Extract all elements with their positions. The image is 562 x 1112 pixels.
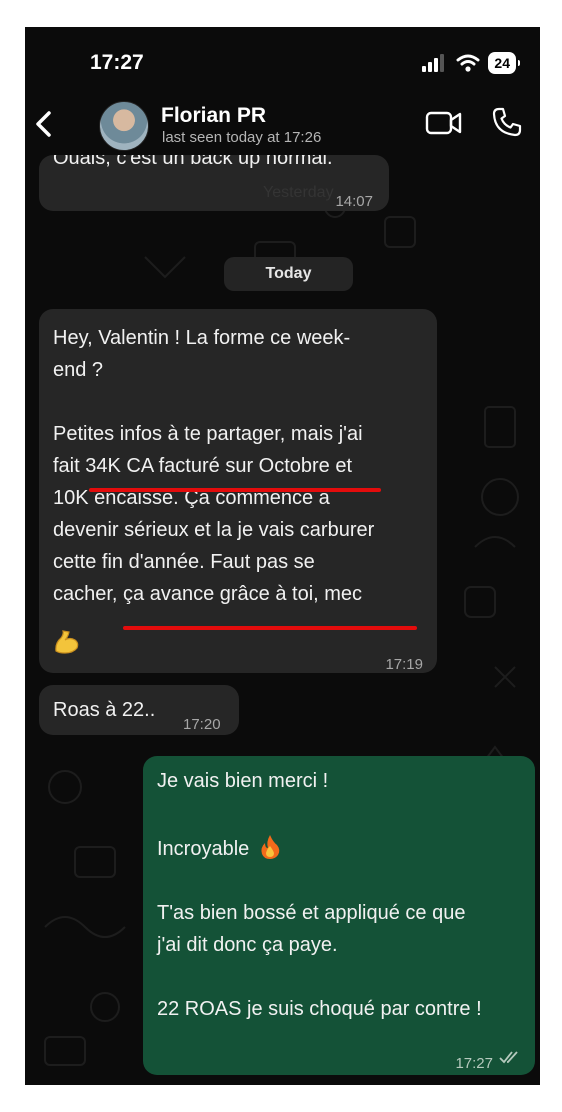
message-bubble-previous[interactable]: Ouais, c'est un back up normal. Yesterda… [39,155,389,211]
message-text: Hey, Valentin ! La forme ce week- end ? … [53,327,375,605]
read-receipt-icon [499,1051,518,1064]
message-bubble-outgoing[interactable]: Je vais bien merci ! Incroyable T'as bie… [143,756,535,1075]
chat-screen: 17:27 24 Florian PR last seen today at 1… [25,27,540,1085]
highlight-underline-avance [123,626,417,630]
message-time: 17:19 [385,656,423,673]
message-time: 17:27 [455,1055,493,1072]
wifi-icon [456,54,480,72]
fire-icon [261,834,280,859]
message-line: Je vais bien merci ! [157,770,329,792]
message-text: Roas à 22.. [53,699,156,721]
phone-call-icon[interactable] [491,106,523,138]
message-line: 22 ROAS je suis choqué par contre ! [157,998,482,1020]
message-time: 17:20 [183,716,221,733]
message-bubble-incoming[interactable]: Roas à 22.. 17:20 [39,685,239,735]
message-text: Ouais, c'est un back up normal. [53,155,333,169]
date-separator: Today [224,257,353,291]
flexed-biceps-icon [55,630,79,654]
last-seen-status: last seen today at 17:26 [162,129,322,146]
highlight-underline-34k [89,488,381,492]
message-line: Incroyable [157,838,250,860]
video-call-icon[interactable] [425,109,463,137]
message-time: 14:07 [335,193,373,210]
contact-name[interactable]: Florian PR [161,104,266,128]
signal-icon [422,54,445,72]
status-icons: 24 [422,50,520,76]
back-chevron-icon[interactable] [31,109,59,139]
avatar[interactable] [99,101,149,151]
message-line-group: Incroyable [157,833,281,865]
status-time: 17:27 [90,51,144,74]
date-overlay: Yesterday [263,184,334,201]
battery-indicator: 24 [488,52,520,74]
message-line: T'as bien bossé et appliqué ce que j'ai … [157,902,466,956]
chat-header: Florian PR last seen today at 17:26 [25,93,540,155]
